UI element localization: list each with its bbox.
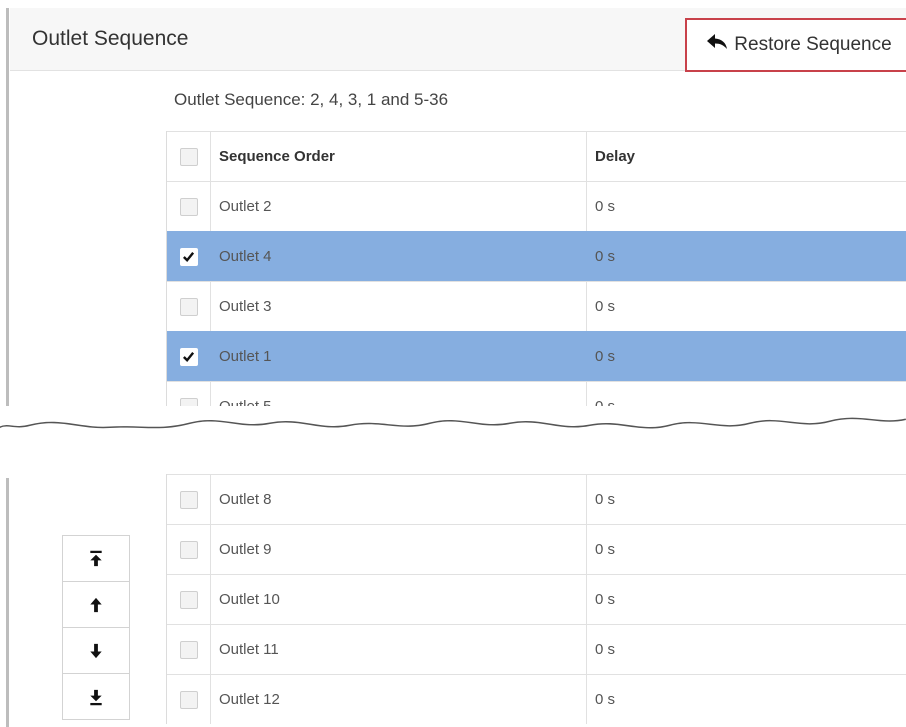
outlet-table-top: Sequence Order Delay Outlet 20 s Outlet 4…: [166, 131, 906, 431]
row-checkbox[interactable]: [179, 490, 198, 509]
move-up-button[interactable]: [63, 582, 129, 628]
outlet-delay: 0 s: [595, 591, 616, 608]
restore-sequence-button[interactable]: Restore Sequence: [685, 18, 906, 72]
table-row[interactable]: Outlet 11 0 s: [167, 624, 906, 674]
arrow-to-bottom-icon: [90, 689, 102, 705]
page-tear-break: [0, 406, 906, 478]
outlet-name: Outlet 2: [211, 182, 587, 231]
move-buttons-group: [62, 535, 130, 720]
table-header-row: Sequence Order Delay: [167, 131, 906, 181]
row-checkbox[interactable]: [179, 297, 198, 316]
outlet-delay: 0 s: [595, 691, 616, 708]
outlet-delay: 0 s: [595, 541, 616, 558]
page-title: Outlet Sequence: [32, 27, 189, 50]
column-header-delay: Delay: [595, 148, 636, 165]
row-checkbox[interactable]: [179, 640, 198, 659]
outlet-delay: 0 s: [595, 491, 616, 508]
outlet-name: Outlet 9: [211, 525, 587, 574]
outlet-name: Outlet 11: [211, 625, 587, 674]
arrow-down-icon: [90, 643, 102, 658]
outlet-table-bottom: Outlet 80 s Outlet 90 s Outlet 10 0 s Outlet…: [166, 474, 906, 724]
row-checkbox[interactable]: [179, 247, 198, 266]
column-header-sequence-order: Sequence Order: [211, 132, 587, 181]
arrow-up-icon: [90, 597, 102, 612]
restore-sequence-label: Restore Sequence: [734, 34, 892, 55]
outlet-name: Outlet 12: [211, 675, 587, 724]
row-checkbox[interactable]: [179, 590, 198, 609]
panel-left-border: [6, 8, 9, 420]
reply-arrow-icon: [706, 33, 728, 57]
outlet-delay: 0 s: [595, 641, 616, 658]
arrow-to-top-icon: [90, 550, 102, 566]
table-row[interactable]: Outlet 9 0 s: [167, 524, 906, 574]
table-row[interactable]: Outlet 3 0 s: [167, 281, 906, 331]
panel-left-border-lower: [6, 478, 9, 727]
outlet-name: Outlet 10: [211, 575, 587, 624]
outlet-delay: 0 s: [595, 348, 616, 365]
checkmark-icon: [183, 252, 195, 263]
outlet-delay: 0 s: [595, 298, 616, 315]
select-all-checkbox[interactable]: [179, 147, 198, 166]
outlet-delay: 0 s: [595, 198, 616, 215]
outlet-name: Outlet 3: [211, 282, 587, 331]
checkmark-icon: [183, 352, 195, 363]
table-row[interactable]: Outlet 12 0 s: [167, 674, 906, 724]
row-checkbox[interactable]: [179, 347, 198, 366]
row-checkbox[interactable]: [179, 197, 198, 216]
row-checkbox[interactable]: [179, 690, 198, 709]
table-row[interactable]: Outlet 1 0 s: [167, 331, 906, 381]
move-to-bottom-button[interactable]: [63, 674, 129, 719]
sequence-summary: Outlet Sequence: 2, 4, 3, 1 and 5-36: [174, 90, 449, 109]
table-row[interactable]: Outlet 10 0 s: [167, 574, 906, 624]
outlet-name: Outlet 1: [211, 332, 587, 381]
row-checkbox[interactable]: [179, 540, 198, 559]
table-row[interactable]: Outlet 4 0 s: [167, 231, 906, 281]
table-row[interactable]: Outlet 8 0 s: [167, 474, 906, 524]
move-to-top-button[interactable]: [63, 536, 129, 582]
table-row[interactable]: Outlet 2 0 s: [167, 181, 906, 231]
outlet-name: Outlet 4: [211, 232, 587, 281]
outlet-name: Outlet 8: [211, 475, 587, 524]
panel-header: Outlet Sequence Restore Sequence: [10, 8, 906, 72]
move-down-button[interactable]: [63, 628, 129, 674]
outlet-delay: 0 s: [595, 248, 616, 265]
